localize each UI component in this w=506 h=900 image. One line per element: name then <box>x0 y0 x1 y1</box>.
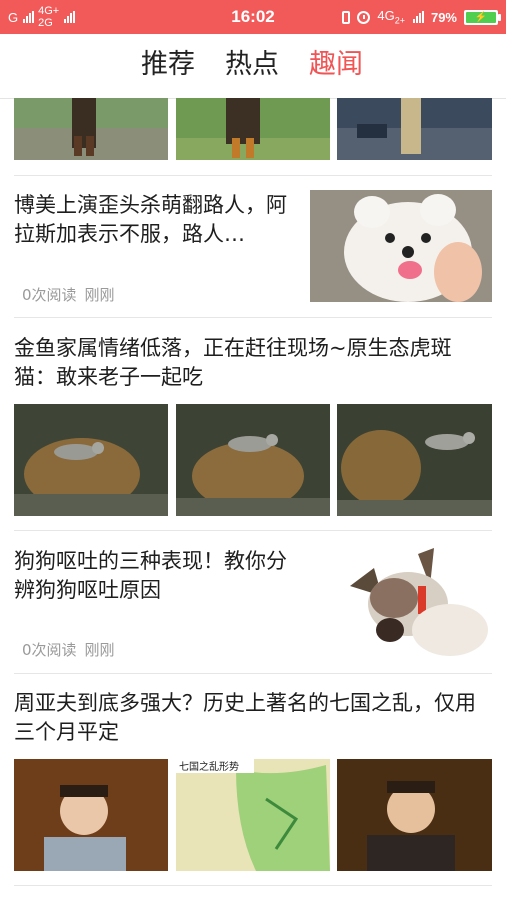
publish-time: 刚刚 <box>84 641 115 659</box>
article-thumbnail-dog <box>310 546 492 658</box>
read-count: 0次阅读 <box>22 286 77 304</box>
article-title: 金鱼家属情绪低落，正在赶往现场~原生态虎斑猫：敢来老子一起吃 <box>14 336 452 389</box>
article-thumbnail-pomeranian <box>310 190 492 302</box>
signal-icon <box>412 11 424 23</box>
read-count: 0次阅读 <box>22 641 77 659</box>
divider <box>14 175 492 176</box>
article-thumbnail <box>337 98 492 160</box>
divider <box>14 317 492 318</box>
tab-recommend[interactable]: 推荐 <box>141 47 195 83</box>
category-tabs: 推荐 热点 趣闻 <box>0 34 506 99</box>
article-thumbnail <box>14 759 168 871</box>
article-thumbnail <box>176 404 330 516</box>
tab-hot[interactable]: 热点 <box>225 47 279 83</box>
article-title: 狗狗呕吐的三种表现！教你分辨狗狗呕吐原因 <box>14 549 287 602</box>
news-feed[interactable]: 博美上演歪头杀萌翻路人，阿拉斯加表示不服，路人… 0次阅读 刚刚 金鱼家属情绪低落… <box>0 98 506 900</box>
article-thumbnail <box>337 759 492 871</box>
divider <box>14 885 492 886</box>
article-title: 周亚夫到底多强大？历史上著名的七国之乱，仅用三个月平定 <box>14 691 476 744</box>
publish-time: 刚刚 <box>84 286 115 304</box>
divider <box>14 673 492 674</box>
battery-icon: ⚡ <box>464 9 501 25</box>
article-thumbnail <box>14 404 168 516</box>
article-meta: 0次阅读 刚刚 <box>22 284 115 305</box>
status-right: 4G2+ 79% ⚡ <box>342 2 501 32</box>
article-meta: 0次阅读 刚刚 <box>22 639 115 660</box>
network-4g2-label: 4G2+ <box>377 8 405 26</box>
tab-fun[interactable]: 趣闻 <box>309 47 363 83</box>
article-thumbnail <box>337 404 492 516</box>
article-title: 博美上演歪头杀萌翻路人，阿拉斯加表示不服，路人… <box>14 193 287 246</box>
alarm-icon <box>357 10 371 24</box>
divider <box>14 530 492 531</box>
article-thumbnail-map: 七国之乱形势 <box>176 759 330 871</box>
battery-percent: 79% <box>430 9 457 25</box>
map-title: 七国之乱形势 <box>179 760 239 773</box>
vibrate-icon <box>342 10 351 24</box>
status-bar: G 4G+ 2G 16:02 4G2+ 79% ⚡ <box>0 0 506 34</box>
article-thumbnail <box>14 98 168 160</box>
article-thumbnail <box>176 98 330 160</box>
